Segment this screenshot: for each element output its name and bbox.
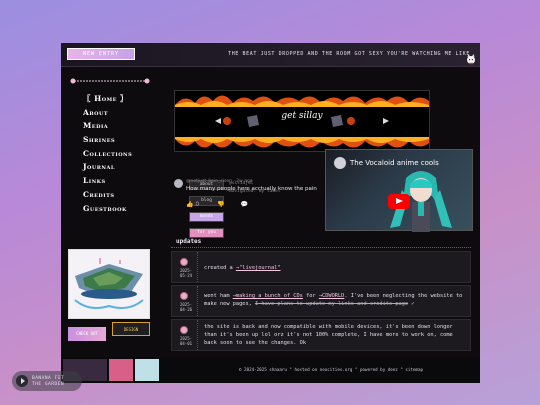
logo-badge[interactable]: NEW ENTRY <box>67 48 135 60</box>
badge-button-2[interactable]: DESIGN <box>112 322 150 336</box>
like-count: 0 <box>195 201 200 208</box>
update-row: 2025- 04-01 the site is back and now comp… <box>171 319 471 351</box>
tab-for-you[interactable]: for you <box>189 228 224 238</box>
nav-journal[interactable]: Journal <box>83 160 132 174</box>
nav-home[interactable]: Home <box>83 92 132 106</box>
update-text: the site is back and now compatible with… <box>204 323 466 347</box>
updates-heading: updates <box>176 238 202 245</box>
update-date-col: 2025- 04-01 <box>172 320 198 350</box>
update-text: went ham →making a bunch of CDs for →CDW… <box>204 292 466 308</box>
play-icon[interactable] <box>16 375 28 387</box>
youtube-embed[interactable]: The Vocaloid anime cools <box>325 149 473 232</box>
video-title[interactable]: The Vocaloid anime cools <box>350 159 439 167</box>
nav-media[interactable]: Media <box>83 119 132 133</box>
nav-shrines[interactable]: Shrines <box>83 133 132 147</box>
music-track: BANANA FIT THE GARDEN <box>32 376 64 387</box>
update-text-span: I have plans to update my links and cred… <box>255 301 409 307</box>
update-text-span: ✓ <box>408 301 415 307</box>
bullet-icon <box>180 258 188 266</box>
updates-header: updates <box>171 238 471 248</box>
marquee-text: THE BEAT JUST DROPPED AND THE ROOM GOT S… <box>228 51 470 57</box>
nav-collections[interactable]: Collections <box>83 147 132 161</box>
banner-title: get sillay <box>281 111 323 121</box>
footer: © 2024-2025 shaaaru ° hosted on neocitie… <box>61 357 480 383</box>
comment-text: How many people here acctually know the … <box>186 186 317 192</box>
thumbs-up-icon[interactable]: 👍 <box>186 201 193 208</box>
sidebar: Home About Media Shrines Collections Jou… <box>61 67 151 359</box>
youtube-play-button[interactable] <box>388 194 410 209</box>
update-date-col: 2025- 04-26 <box>172 286 198 316</box>
thumbs-down-icon[interactable]: 👎 <box>217 201 224 208</box>
fire-banner-graphic <box>175 91 429 151</box>
update-date: 2025- 05-24 <box>179 268 193 278</box>
footer-text: © 2024-2025 shaaaru ° hosted on neocitie… <box>239 367 424 372</box>
comment-actions: 👍 0 👎 💬 <box>186 201 248 208</box>
update-date-col: 2025- 05-24 <box>172 252 198 282</box>
youtube-comment: @notjust_bein_cisen · 2w ago How many pe… <box>174 179 334 219</box>
update-date: 2025- 04-26 <box>179 302 193 312</box>
update-row: 2025- 04-26 went ham →making a bunch of C… <box>171 285 471 317</box>
nav-menu: Home About Media Shrines Collections Jou… <box>83 92 132 215</box>
fire-banner: get sillay <box>174 90 430 152</box>
channel-avatar[interactable] <box>334 157 346 169</box>
nav-links[interactable]: Links <box>83 174 132 188</box>
update-text-span: the site is back and now compatible with… <box>204 324 453 346</box>
nav-guestbook[interactable]: Guestbook <box>83 202 132 216</box>
comment-avatar[interactable] <box>174 179 183 188</box>
update-link[interactable]: →CDWORLD <box>319 293 345 299</box>
update-link[interactable]: →"livejournal" <box>236 265 281 271</box>
update-date: 2025- 04-01 <box>179 336 193 346</box>
updates-divider <box>171 247 471 248</box>
music-line-1: BANANA FIT <box>32 376 65 381</box>
update-text: created a →"livejournal" <box>204 264 466 272</box>
badge-button-1[interactable]: CHECK OUT <box>68 327 106 341</box>
update-link[interactable]: →making a bunch of CDs <box>233 293 303 299</box>
sidebar-island-image <box>68 249 150 319</box>
comment-user[interactable]: @notjust_bein_cisen · 2w ago <box>186 179 253 184</box>
bullet-icon <box>180 326 188 334</box>
update-row: 2025- 05-24 created a →"livejournal" <box>171 251 471 283</box>
music-line-2: THE GARDEN <box>32 381 65 387</box>
music-player: BANANA FIT THE GARDEN <box>12 371 82 391</box>
website-frame: NEW ENTRY THE BEAT JUST DROPPED AND THE … <box>61 43 480 383</box>
update-text-span: for <box>302 293 319 299</box>
cat-icon <box>467 54 475 65</box>
bullet-icon <box>180 292 188 300</box>
reply-icon[interactable]: 💬 <box>241 201 248 208</box>
nav-about[interactable]: About <box>83 106 132 120</box>
update-text-span: created a <box>204 265 236 271</box>
top-bar: NEW ENTRY THE BEAT JUST DROPPED AND THE … <box>61 43 480 67</box>
island-image-icon <box>69 250 149 318</box>
nav-credits[interactable]: Credits <box>83 188 132 202</box>
update-text-span: went ham <box>204 293 233 299</box>
ribbon-divider-icon <box>70 78 150 84</box>
